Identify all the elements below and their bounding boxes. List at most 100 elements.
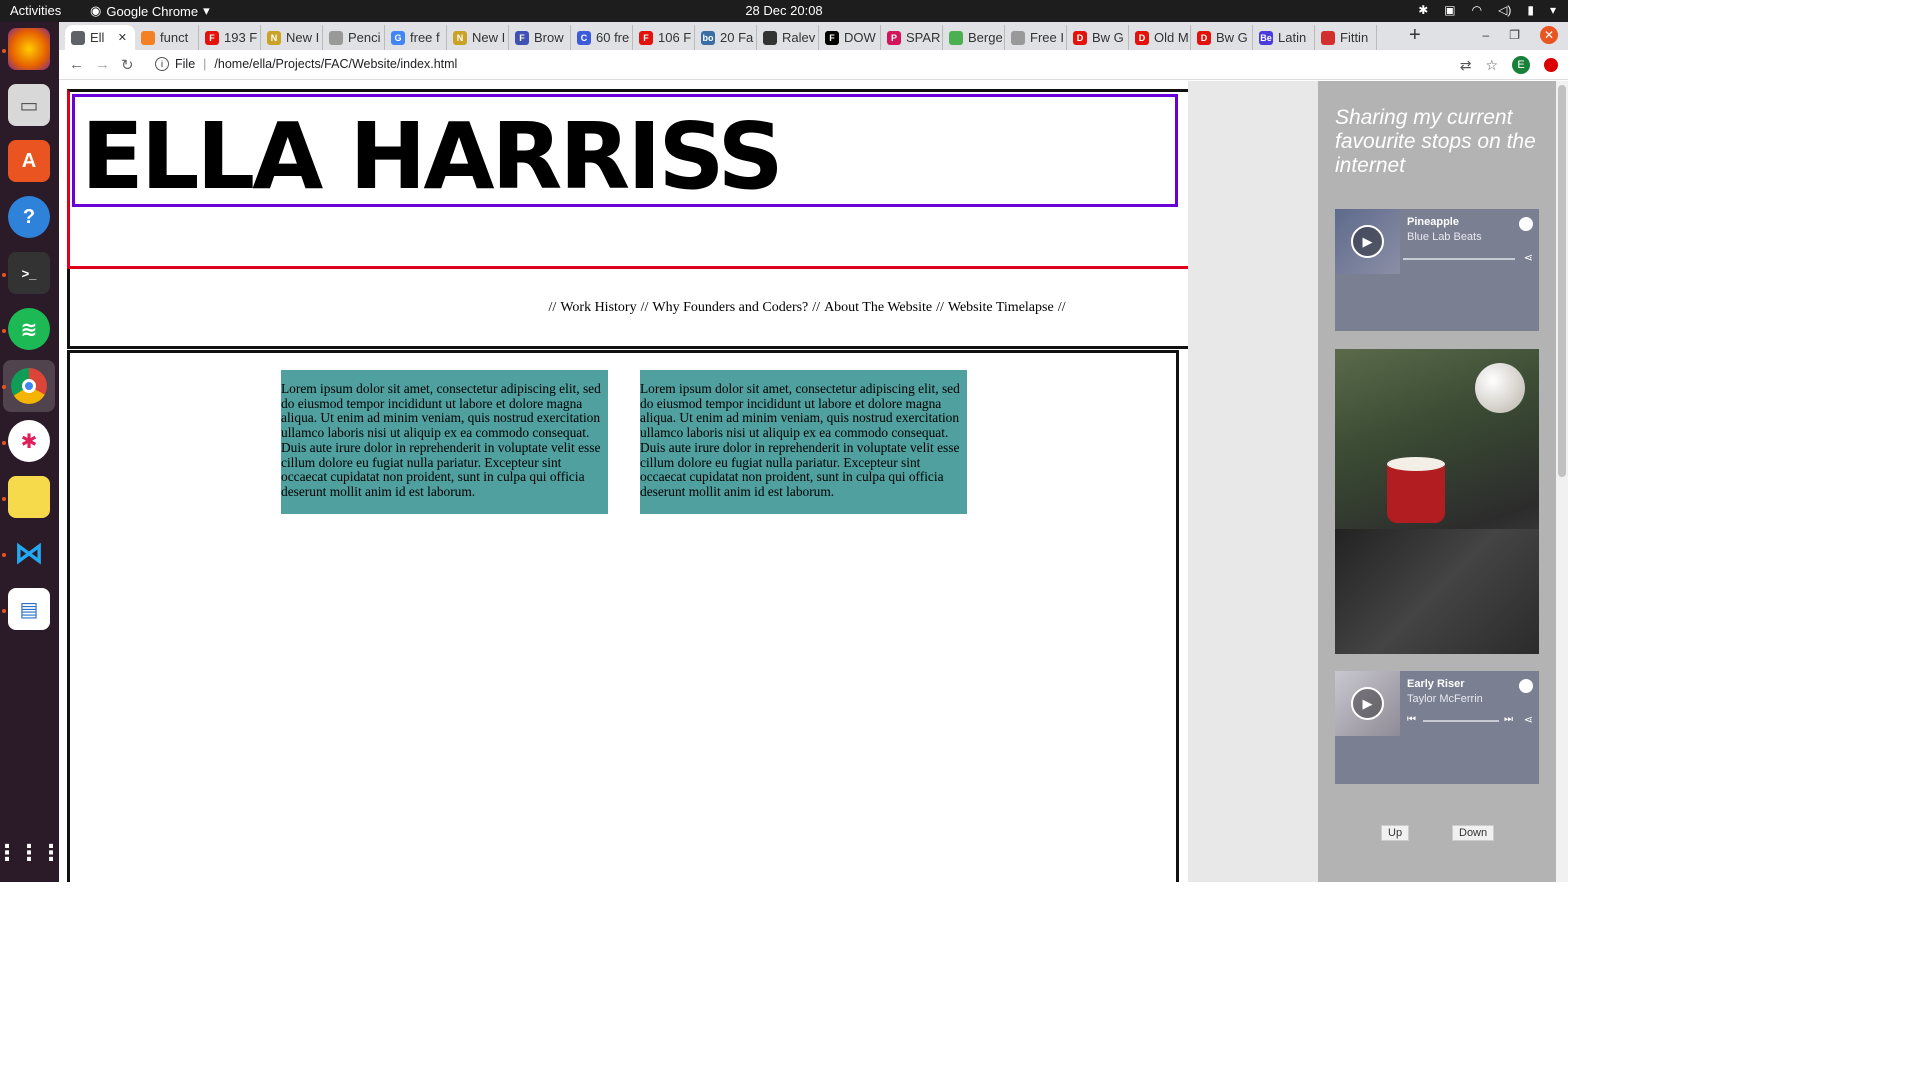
url-text[interactable]: /home/ella/Projects/FAC/Website/index.ht… xyxy=(214,57,457,71)
up-button[interactable]: Up xyxy=(1381,825,1410,841)
writer-icon[interactable]: ▤ xyxy=(8,588,50,630)
battery-icon[interactable]: ▮ xyxy=(1527,3,1534,17)
reload-button[interactable]: ↻ xyxy=(121,56,134,74)
sticky-notes-icon[interactable] xyxy=(8,476,50,518)
tab[interactable]: F 106 F xyxy=(633,25,695,50)
track-title: Pineapple xyxy=(1407,216,1459,228)
terminal-icon[interactable]: >_ xyxy=(8,252,50,294)
firefox-icon[interactable] xyxy=(8,28,50,70)
tab-favicon-icon: F xyxy=(825,30,839,45)
system-menu-chevron-icon[interactable]: ▾ xyxy=(1550,3,1556,17)
tab-favicon-icon: P xyxy=(887,30,901,45)
sidebar-tagline: Sharing my current favourite stops on th… xyxy=(1335,106,1536,177)
tab[interactable]: F 193 F xyxy=(199,25,261,50)
show-apps-icon[interactable]: ⋮⋮⋮ xyxy=(0,832,62,874)
volume-icon[interactable]: ◁) xyxy=(1498,3,1511,17)
tab-label: New I xyxy=(472,30,506,45)
tab[interactable]: Ralev xyxy=(757,25,819,50)
share-icon[interactable]: ⋖ xyxy=(1524,251,1533,264)
activities-button[interactable]: Activities xyxy=(10,3,61,18)
tab-favicon-icon: bo xyxy=(701,30,715,45)
play-button[interactable]: ▶ xyxy=(1351,225,1384,258)
minimize-button[interactable]: – xyxy=(1483,28,1490,42)
translate-icon[interactable]: ⇄ xyxy=(1460,57,1472,74)
browser-toolbar: ← → ↻ i File | /home/ella/Projects/FAC/W… xyxy=(59,50,1568,80)
spotify-icon[interactable]: ≋ xyxy=(8,308,50,350)
zoom-tray-icon[interactable]: ▣ xyxy=(1444,3,1455,17)
spotify-logo-icon[interactable] xyxy=(1519,217,1533,231)
track-artist: Blue Lab Beats xyxy=(1407,231,1482,243)
tab[interactable]: N New I xyxy=(261,25,323,50)
tab[interactable]: D Old M xyxy=(1129,25,1191,50)
spotify-player[interactable]: ▶ Pineapple Blue Lab Beats ⋖ xyxy=(1335,209,1539,331)
help-icon[interactable]: ? xyxy=(8,196,50,238)
maximize-button[interactable]: ❐ xyxy=(1509,28,1520,42)
nav-separator: // xyxy=(1057,299,1066,315)
tab[interactable]: Berge xyxy=(943,25,1005,50)
progress-bar[interactable] xyxy=(1403,258,1515,260)
toolbar-actions: ⇄ ☆ E xyxy=(1460,56,1558,74)
vscode-icon[interactable]: ⋈ xyxy=(8,532,50,574)
clock[interactable]: 28 Dec 20:08 xyxy=(0,3,1568,18)
tab[interactable]: Free I xyxy=(1005,25,1067,50)
tab-label: Brow xyxy=(534,30,564,45)
tab-favicon-icon: F xyxy=(515,30,529,45)
wifi-icon[interactable]: ◠ xyxy=(1472,3,1482,17)
circle-icon xyxy=(1011,30,1025,45)
chrome-dock-icon[interactable] xyxy=(3,360,55,412)
app-menu[interactable]: ◉ Google Chrome ▾ xyxy=(90,3,210,19)
address-bar[interactable]: i File | /home/ella/Projects/FAC/Website… xyxy=(147,51,1457,77)
system-tray[interactable]: ✱ ▣ ◠ ◁) ▮ ▾ xyxy=(1418,3,1556,17)
new-tab-button[interactable]: + xyxy=(1409,24,1421,47)
tab[interactable]: funct xyxy=(135,25,199,50)
tab[interactable]: Be Latin xyxy=(1253,25,1315,50)
nav-link-work-history[interactable]: Work History xyxy=(560,300,636,316)
tab-favicon-icon: F xyxy=(205,30,219,45)
leaf-icon xyxy=(949,30,963,45)
url-divider: | xyxy=(203,57,207,71)
tab[interactable]: D Bw G xyxy=(1191,25,1253,50)
close-tab-icon[interactable]: ✕ xyxy=(118,31,127,44)
nav-link-about-website[interactable]: About The Website xyxy=(824,300,932,316)
next-track-icon[interactable]: ⏭ xyxy=(1504,714,1513,725)
back-button[interactable]: ← xyxy=(69,56,84,73)
files-icon[interactable]: ▭ xyxy=(8,84,50,126)
close-window-button[interactable]: ✕ xyxy=(1540,26,1558,44)
tab-label: SPAR xyxy=(906,30,941,45)
nav-separator: // xyxy=(640,299,649,315)
tab[interactable]: bo 20 Fa xyxy=(695,25,757,50)
tab[interactable]: Gfree f xyxy=(385,25,447,50)
tab[interactable]: F Brow xyxy=(509,25,571,50)
slack-tray-icon[interactable]: ✱ xyxy=(1418,3,1428,17)
tab[interactable]: D Bw G xyxy=(1067,25,1129,50)
forward-button[interactable]: → xyxy=(95,56,110,73)
slack-icon[interactable]: ✱ xyxy=(8,420,50,462)
previous-track-icon[interactable]: ⏮ xyxy=(1407,714,1416,725)
tab[interactable]: C 60 fre xyxy=(571,25,633,50)
tab-label: 193 F xyxy=(224,30,258,45)
bookmark-star-icon[interactable]: ☆ xyxy=(1485,57,1498,74)
app-name: Google Chrome xyxy=(106,3,199,19)
progress-bar[interactable] xyxy=(1423,720,1499,722)
down-button[interactable]: Down xyxy=(1452,825,1495,841)
nav-link-timelapse[interactable]: Website Timelapse xyxy=(948,300,1054,316)
spotify-logo-icon[interactable] xyxy=(1519,679,1533,693)
tab[interactable]: N New I xyxy=(447,25,509,50)
software-center-icon[interactable]: A xyxy=(8,140,50,182)
play-button[interactable]: ▶ xyxy=(1351,687,1384,720)
tab-label: Free I xyxy=(1030,30,1064,45)
profile-avatar[interactable]: E xyxy=(1512,56,1530,74)
nav-link-why-fac[interactable]: Why Founders and Coders? xyxy=(652,300,808,316)
tab[interactable]: Penci xyxy=(323,25,385,50)
tab[interactable]: Fittin xyxy=(1315,25,1377,50)
info-icon[interactable]: i xyxy=(155,57,169,71)
tab-label: funct xyxy=(160,30,189,45)
spotify-player[interactable]: ▶ Early Riser Taylor McFerrin ⏮ ⏭ ⋖ xyxy=(1335,671,1539,784)
share-icon[interactable]: ⋖ xyxy=(1524,713,1533,726)
tab[interactable]: F DOW xyxy=(819,25,881,50)
scrollbar-thumb[interactable] xyxy=(1558,85,1566,477)
tab[interactable]: P SPAR xyxy=(881,25,943,50)
tab-active[interactable]: Ell ✕ xyxy=(65,25,135,50)
page-scrollbar[interactable] xyxy=(1556,81,1568,882)
extension-icon[interactable] xyxy=(1544,58,1558,72)
